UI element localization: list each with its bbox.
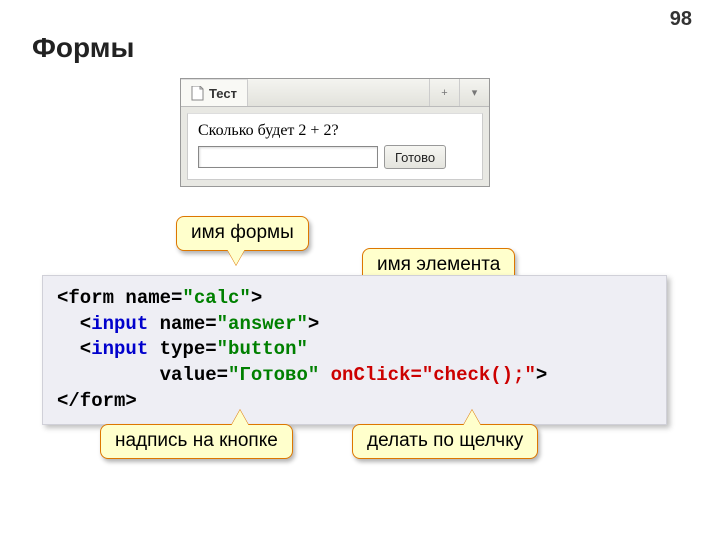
answer-input[interactable] (198, 146, 378, 168)
page-number: 98 (670, 8, 692, 31)
tab-menu-button[interactable]: ▾ (459, 79, 489, 106)
new-tab-button[interactable]: + (429, 79, 459, 106)
callout-form-name: имя формы (176, 216, 309, 251)
page-title: Формы (32, 32, 134, 64)
browser-tab[interactable]: Тест (181, 79, 248, 106)
question-text: Сколько будет 2 + 2? (198, 122, 472, 140)
form-row: Готово (198, 145, 472, 169)
tab-label: Тест (209, 86, 237, 101)
ready-button[interactable]: Готово (384, 145, 446, 169)
document-icon (191, 86, 204, 101)
browser-titlebar: Тест + ▾ (181, 79, 489, 107)
code-block: <form name="calc"> <input name="answer">… (42, 275, 667, 425)
callout-button-caption-text: надпись на кнопке (115, 430, 278, 451)
callout-button-caption: надпись на кнопке (100, 424, 293, 459)
callout-form-name-text: имя формы (191, 222, 294, 243)
callout-element-name-text: имя элемента (377, 254, 500, 275)
browser-body: Сколько будет 2 + 2? Готово (187, 113, 483, 180)
callout-onclick-action-text: делать по щелчку (367, 430, 523, 451)
callout-onclick-action: делать по щелчку (352, 424, 538, 459)
browser-window: Тест + ▾ Сколько будет 2 + 2? Готово (180, 78, 490, 187)
